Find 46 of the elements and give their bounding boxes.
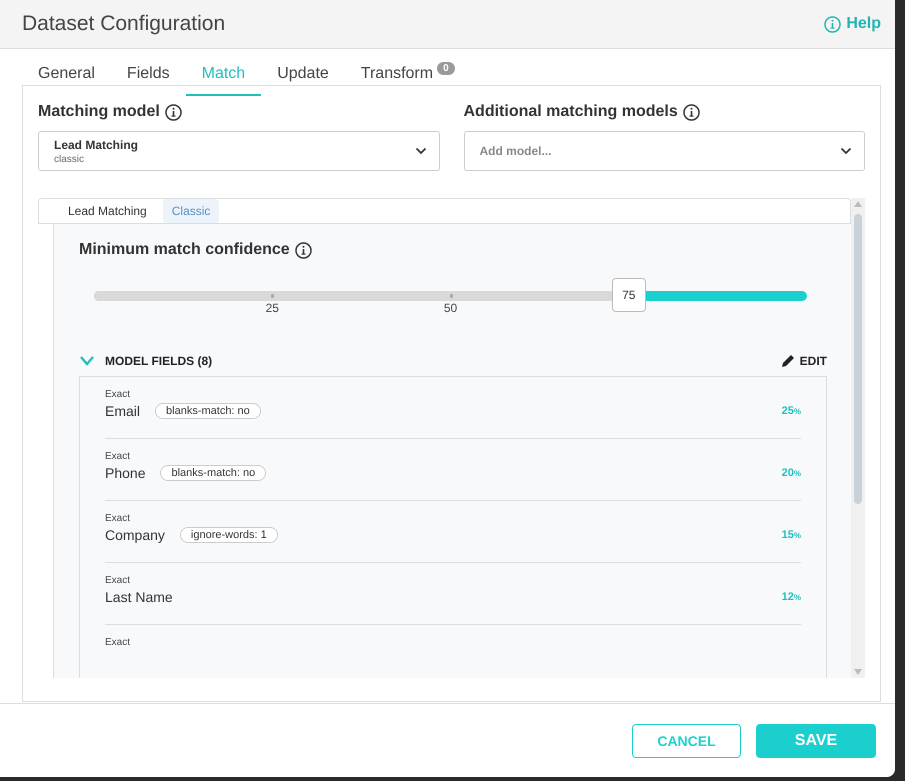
chevron-down-icon <box>840 147 852 155</box>
pencil-icon <box>780 354 795 368</box>
tab[interactable]: Transform 0 <box>344 59 471 96</box>
chevron-down-icon <box>414 147 426 155</box>
tick-label: 25 <box>266 301 279 315</box>
count-badge: 0 <box>437 62 455 75</box>
model-type: classic <box>54 154 86 164</box>
option-tag: blanks-match: no <box>155 403 261 419</box>
match-method: Exact <box>105 513 132 524</box>
slider-thumb[interactable]: 75 <box>612 278 646 312</box>
match-method: Exact <box>105 451 132 462</box>
tab[interactable]: Fields <box>110 59 186 96</box>
slider-track[interactable] <box>94 291 807 301</box>
tick-label: 50 <box>444 301 458 315</box>
edit-button[interactable]: EDIT <box>780 354 827 368</box>
tab[interactable]: General <box>22 59 111 96</box>
add-model-dropdown[interactable]: Add model... <box>464 131 865 171</box>
field-weight: 15% <box>782 529 801 541</box>
info-icon <box>294 242 312 258</box>
section-title: Minimum match confidence <box>79 241 290 259</box>
match-method: Exact <box>105 389 132 400</box>
field-label: Matching model <box>38 103 160 121</box>
option-tag: ignore-words: 1 <box>180 527 278 543</box>
match-method: Exact <box>105 637 132 648</box>
model-name: Lead Matching <box>54 138 138 152</box>
match-method: Exact <box>105 575 132 586</box>
field-weight: 12% <box>782 591 801 603</box>
model-dropdown[interactable]: Lead Matching classic <box>38 131 440 171</box>
section-heading: MODEL FIELDS (8) <box>105 354 212 368</box>
info-icon <box>824 16 842 32</box>
info-icon <box>682 104 700 120</box>
field-name: Last Name <box>105 589 173 605</box>
tab[interactable]: Update <box>261 59 345 96</box>
chevron-down-icon[interactable] <box>79 355 95 367</box>
field-name: Company <box>105 527 165 543</box>
field-name: Phone <box>105 465 146 481</box>
model-title: Lead Matching <box>68 204 147 218</box>
model-tag: Classic <box>162 199 220 223</box>
field-name: Email <box>105 403 140 419</box>
field-weight: 25% <box>782 405 801 417</box>
placeholder-text: Add model... <box>480 144 552 158</box>
field-weight: 20% <box>782 467 801 479</box>
option-tag: blanks-match: no <box>160 465 266 481</box>
field-label: Additional matching models <box>464 103 678 121</box>
dialog-title: Dataset Configuration <box>22 12 226 36</box>
info-icon <box>164 104 182 120</box>
